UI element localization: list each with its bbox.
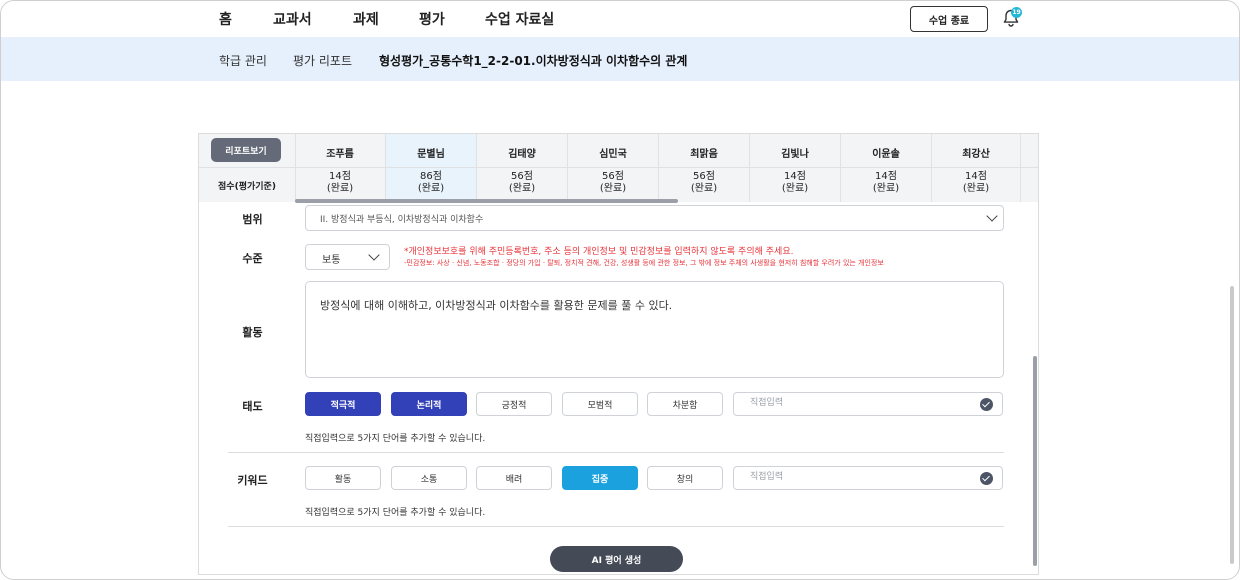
page-vertical-scrollbar[interactable] [1230, 286, 1234, 564]
keyword-hint: 직접입력으로 5가지 단어를 추가할 수 있습니다. [305, 508, 486, 518]
student-column[interactable]: 최강산 14점 (완료) [932, 134, 1021, 202]
attitude-label: 태도 [242, 400, 263, 413]
keyword-chip[interactable]: 활동 [305, 466, 381, 490]
student-column[interactable]: 심민국 56점 (완료) [568, 134, 659, 202]
row-divider [199, 167, 1038, 168]
generate-ai-comment-button[interactable]: AI 평어 생성 [550, 546, 683, 572]
sub-navigation: 학급 관리 평가 리포트 형성평가_공통수학1_2-2-01.이차방정식과 이차… [1, 37, 1239, 81]
chevron-down-icon [986, 210, 998, 222]
attitude-chip[interactable]: 적극적 [305, 392, 381, 416]
report-panel: 리포트보기 점수(평가기준) 조푸름 14점 (완료) 문별님 86점 (완료) 김… [198, 133, 1039, 575]
keyword-direct-input[interactable] [748, 471, 972, 483]
activity-text: 방정식에 대해 이해하고, 이차방정식과 이차함수를 활용한 문제를 풀 수 있… [320, 299, 673, 312]
student-name: 조푸름 [326, 149, 354, 160]
privacy-warning: *개인정보보호를 위해 주민등록번호, 주소 등의 개인정보 및 민감정보를 입… [404, 247, 794, 257]
student-name: 이윤솔 [872, 149, 900, 160]
nav-class-materials[interactable]: 수업 자료실 [485, 9, 554, 29]
panel-vertical-scrollbar[interactable] [1033, 356, 1037, 566]
section-divider [228, 526, 1004, 527]
top-navigation: 홈 교과서 과제 평가 수업 자료실 수업 종료 19 [1, 1, 1239, 37]
level-label: 수준 [242, 252, 263, 265]
keyword-chip[interactable]: 집중 [562, 466, 638, 490]
keyword-chip[interactable]: 배려 [476, 466, 552, 490]
view-report-button[interactable]: 리포트보기 [211, 138, 281, 162]
range-select[interactable]: II. 방정식과 부등식, 이차방정식과 이차함수 [305, 205, 1004, 231]
attitude-hint: 직접입력으로 5가지 단어를 추가할 수 있습니다. [305, 434, 486, 444]
attitude-chip[interactable]: 차분함 [647, 392, 723, 416]
nav-evaluation[interactable]: 평가 [419, 9, 445, 29]
range-value: II. 방정식과 부등식, 이차방정식과 이차함수 [320, 215, 484, 225]
app-window: 홈 교과서 과제 평가 수업 자료실 수업 종료 19 학급 관리 평가 리포트… [0, 0, 1240, 580]
student-name: 심민국 [599, 149, 627, 160]
student-name: 최강산 [962, 149, 990, 160]
range-label: 범위 [242, 213, 263, 226]
nav-assignment[interactable]: 과제 [353, 9, 379, 29]
student-score: 56점 (완료) [508, 171, 536, 194]
keyword-chip[interactable]: 소통 [391, 466, 467, 490]
student-name: 최맑음 [690, 149, 718, 160]
notification-badge: 19 [1011, 7, 1022, 18]
student-column[interactable]: 김태양 56점 (완료) [477, 134, 568, 202]
nav-textbook[interactable]: 교과서 [273, 9, 312, 29]
header-column: 리포트보기 점수(평가기준) [199, 134, 296, 202]
check-circle-icon[interactable] [980, 398, 993, 411]
level-value: 보통 [322, 255, 341, 266]
subnav-class-management[interactable]: 학급 관리 [219, 52, 267, 69]
chevron-down-icon [368, 249, 380, 261]
score-header: 점수(평가기준) [218, 182, 276, 192]
student-column[interactable]: 최맑음 56점 (완료) [659, 134, 750, 202]
attitude-chip[interactable]: 모범적 [562, 392, 638, 416]
student-score: 14점 (완료) [872, 171, 900, 194]
student-score: 14점 (완료) [781, 171, 809, 194]
activity-label: 활동 [242, 326, 263, 339]
keyword-label: 키워드 [237, 474, 268, 487]
student-table: 리포트보기 점수(평가기준) 조푸름 14점 (완료) 문별님 86점 (완료) 김… [199, 134, 1038, 203]
student-score: 14점 (완료) [326, 171, 354, 194]
attitude-chip[interactable]: 긍정적 [476, 392, 552, 416]
subnav-evaluation-report[interactable]: 평가 리포트 [293, 52, 352, 69]
section-divider [228, 452, 1004, 453]
student-column-selected[interactable]: 문별님 86점 (완료) [386, 134, 477, 202]
student-score: 14점 (완료) [962, 171, 990, 194]
student-score: 86점 (완료) [417, 171, 445, 194]
end-class-button[interactable]: 수업 종료 [910, 6, 988, 32]
attitude-direct-input[interactable] [748, 397, 972, 409]
page-title: 형성평가_공통수학1_2-2-01.이차방정식과 이차함수의 관계 [379, 54, 688, 68]
student-score: 56점 (완료) [690, 171, 718, 194]
student-column[interactable]: 김빛나 14점 (완료) [750, 134, 841, 202]
student-column[interactable]: 조푸름 14점 (완료) [295, 134, 386, 202]
horizontal-scrollbar[interactable] [295, 199, 678, 203]
student-score: 56점 (완료) [599, 171, 627, 194]
privacy-warning-detail: -민감정보: 사상 · 신념, 노동조합 · 정당의 가입 · 탈퇴, 정치적 … [404, 259, 884, 267]
activity-textarea[interactable]: 방정식에 대해 이해하고, 이차방정식과 이차함수를 활용한 문제를 풀 수 있… [305, 281, 1004, 378]
level-select[interactable]: 보통 [305, 244, 390, 270]
student-column[interactable]: 이윤솔 14점 (완료) [841, 134, 932, 202]
student-name: 김태양 [508, 149, 536, 160]
student-name: 문별님 [417, 149, 445, 160]
attitude-chip[interactable]: 논리적 [391, 392, 467, 416]
attitude-direct-input-box [733, 392, 1003, 416]
keyword-chip[interactable]: 창의 [647, 466, 723, 490]
nav-home[interactable]: 홈 [219, 9, 232, 29]
keyword-direct-input-box [733, 466, 1003, 490]
check-circle-icon[interactable] [980, 472, 993, 485]
student-name: 김빛나 [781, 149, 809, 160]
